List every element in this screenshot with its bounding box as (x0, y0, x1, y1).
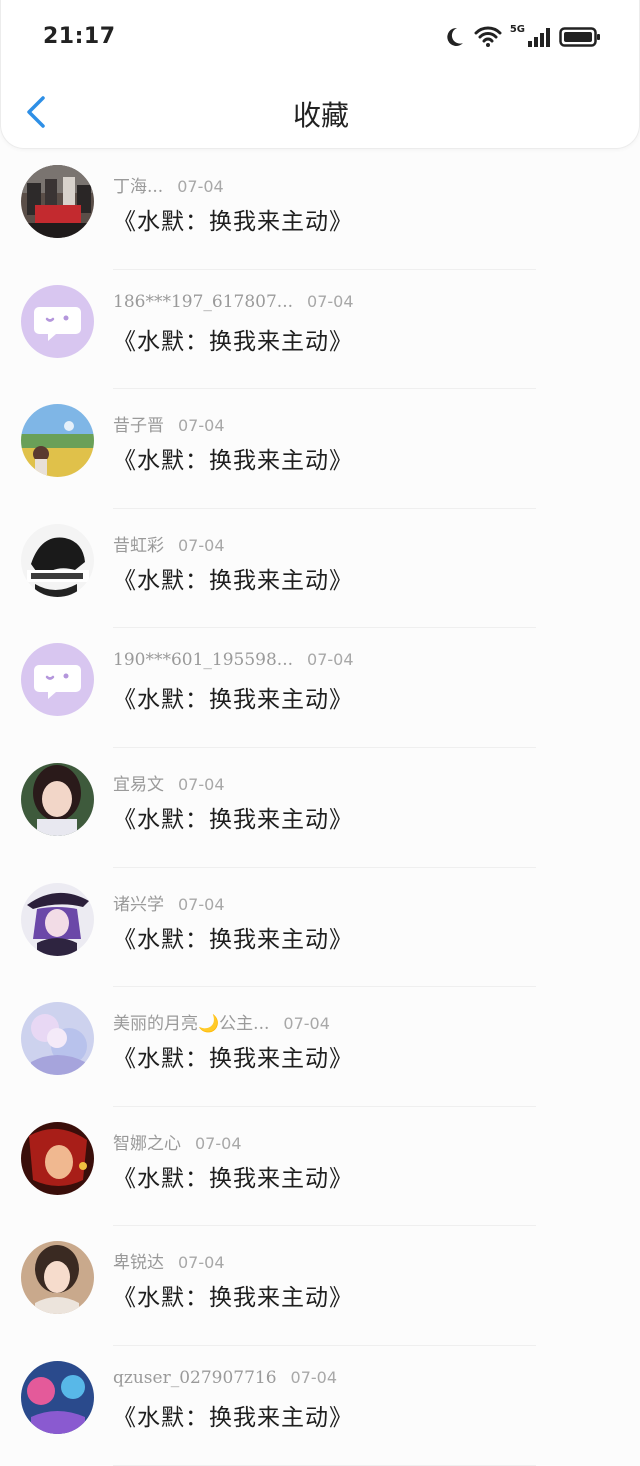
content-title[interactable]: 《水默：换我来主动》 (113, 561, 353, 595)
content-title[interactable]: 《水默：换我来主动》 (113, 800, 353, 834)
list-item[interactable]: 昔虹彩 07-04 《水默：换我来主动》 (0, 509, 640, 629)
nav-bar: 收藏 (1, 80, 640, 144)
favorites-list: 丁海... 07-04 《水默：换我来主动》 186***197_617807..… (0, 150, 640, 1466)
avatar[interactable] (21, 882, 94, 956)
username[interactable]: 190***601_195598... (113, 650, 293, 670)
date-label: 07-04 (290, 1367, 338, 1387)
avatar[interactable] (21, 165, 94, 238)
list-item[interactable]: 诸兴学 07-04 《水默：换我来主动》 (0, 868, 640, 988)
username[interactable]: 宜易文 (113, 775, 164, 795)
content-title[interactable]: 《水默：换我来主动》 (113, 1278, 353, 1312)
battery-icon (559, 27, 600, 47)
username[interactable]: 昔虹彩 (113, 536, 164, 556)
list-item[interactable]: 昔子晋 07-04 《水默：换我来主动》 (0, 389, 640, 509)
avatar[interactable] (21, 1360, 94, 1434)
item-meta: 昔虹彩 07-04 (113, 531, 225, 556)
item-meta: 186***197_617807... 07-04 (113, 292, 354, 312)
list-item[interactable]: 190***601_195598... 07-04 《水默：换我来主动》 (0, 628, 640, 748)
item-meta: 宜易文 07-04 (113, 770, 225, 795)
header: 21:17 5G 收藏 (0, 0, 640, 149)
avatar[interactable] (21, 762, 94, 836)
moon-icon (447, 27, 463, 46)
item-meta: 昔子晋 07-04 (113, 411, 225, 436)
content-title[interactable]: 《水默：换我来主动》 (113, 920, 353, 954)
date-label: 07-04 (178, 894, 225, 914)
username[interactable]: 诸兴学 (113, 895, 164, 915)
page-title: 收藏 (292, 99, 349, 132)
status-bar: 21:17 5G (1, 0, 640, 70)
item-meta: qzuser_027907716 07-04 (113, 1368, 337, 1388)
status-icons: 5G (442, 22, 601, 52)
username[interactable]: 智娜之心 (113, 1134, 181, 1154)
avatar[interactable] (21, 1002, 94, 1076)
content-title[interactable]: 《水默：换我来主动》 (113, 1159, 353, 1193)
content-title[interactable]: 《水默：换我来主动》 (113, 1398, 353, 1432)
list-item[interactable]: 智娜之心 07-04 《水默：换我来主动》 (0, 1107, 640, 1227)
content-title[interactable]: 《水默：换我来主动》 (113, 322, 353, 356)
list-item[interactable]: 卑锐达 07-04 《水默：换我来主动》 (0, 1226, 640, 1346)
list-item[interactable]: 美丽的月亮🌙公主... 07-04 《水默：换我来主动》 (0, 987, 640, 1107)
date-label: 07-04 (195, 1133, 242, 1153)
date-label: 07-04 (178, 1253, 225, 1273)
item-meta: 丁海... 07-04 (113, 172, 224, 197)
username[interactable]: 丁海... (113, 177, 163, 197)
list-item[interactable]: qzuser_027907716 07-04 《水默：换我来主动》 (0, 1346, 640, 1466)
status-time: 21:17 (43, 24, 116, 49)
content-title[interactable]: 《水默：换我来主动》 (113, 1039, 353, 1073)
content-title[interactable]: 《水默：换我来主动》 (113, 680, 353, 714)
date-label: 07-04 (307, 291, 354, 311)
wifi-icon (474, 26, 502, 47)
date-label: 07-04 (177, 177, 224, 196)
content-title[interactable]: 《水默：换我来主动》 (113, 441, 353, 475)
date-label: 07-04 (283, 1014, 330, 1034)
avatar[interactable] (21, 523, 94, 597)
username[interactable]: 186***197_617807... (113, 292, 293, 312)
list-item[interactable]: 186***197_617807... 07-04 《水默：换我来主动》 (0, 270, 640, 390)
username[interactable]: 卑锐达 (113, 1253, 164, 1273)
avatar[interactable] (21, 1121, 94, 1195)
date-label: 07-04 (178, 535, 225, 555)
item-meta: 190***601_195598... 07-04 (113, 650, 354, 670)
avatar[interactable] (21, 643, 94, 717)
network-type-label: 5G (509, 24, 525, 35)
list-item[interactable]: 丁海... 07-04 《水默：换我来主动》 (0, 150, 640, 270)
item-meta: 卑锐达 07-04 (113, 1248, 225, 1273)
avatar[interactable] (21, 284, 94, 358)
username[interactable]: qzuser_027907716 (113, 1368, 277, 1388)
username[interactable]: 美丽的月亮🌙公主... (113, 1014, 269, 1034)
item-meta: 智娜之心 07-04 (113, 1129, 242, 1154)
date-label: 07-04 (307, 650, 354, 670)
content-title[interactable]: 《水默：换我来主动》 (113, 202, 353, 236)
avatar[interactable] (21, 1241, 94, 1315)
username[interactable]: 昔子晋 (113, 416, 164, 436)
signal-icon (528, 28, 550, 47)
date-label: 07-04 (178, 774, 225, 794)
divider (113, 1464, 536, 1466)
date-label: 07-04 (178, 416, 225, 436)
item-meta: 美丽的月亮🌙公主... 07-04 (113, 1009, 330, 1034)
item-meta: 诸兴学 07-04 (113, 890, 225, 915)
list-item[interactable]: 宜易文 07-04 《水默：换我来主动》 (0, 748, 640, 868)
avatar[interactable] (21, 404, 94, 478)
